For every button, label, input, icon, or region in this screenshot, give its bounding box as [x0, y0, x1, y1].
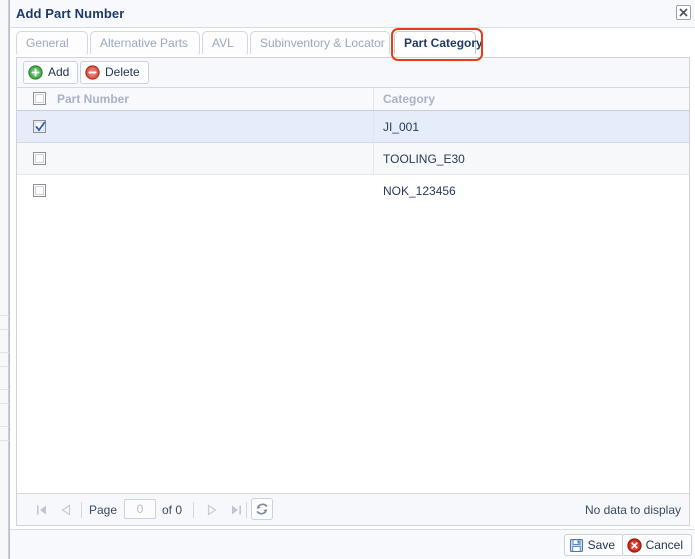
tab-alternative-parts[interactable]: Alternative Parts: [90, 31, 200, 54]
minus-circle-icon: [85, 65, 100, 80]
next-page-icon[interactable]: [203, 501, 221, 519]
refresh-icon[interactable]: [251, 498, 273, 520]
delete-button-label: Delete: [105, 65, 140, 79]
cancel-button[interactable]: Cancel: [621, 534, 692, 556]
row-cell-divider: [373, 111, 374, 143]
pagination-status: No data to display: [584, 503, 681, 517]
grid-toolbar: Add Delete: [17, 58, 689, 88]
table-row[interactable]: NOK_123456: [17, 175, 689, 207]
row-checkbox[interactable]: [33, 120, 46, 133]
add-part-number-dialog: Add Part Number General Alternative Part…: [9, 0, 695, 559]
row-checkbox[interactable]: [33, 152, 46, 165]
last-page-icon[interactable]: [227, 501, 245, 519]
grid-body: JI_001 TOOLING_E30 NOK_123456: [17, 111, 689, 493]
column-header-category[interactable]: Category: [383, 88, 435, 110]
cancel-button-label: Cancel: [645, 538, 683, 552]
plus-circle-icon: [28, 65, 43, 80]
row-checkbox[interactable]: [33, 184, 46, 197]
first-page-icon[interactable]: [33, 501, 51, 519]
save-button-label: Save: [587, 538, 615, 552]
part-category-panel: Add Delete Part Number Category JI_001 T…: [16, 57, 690, 526]
cancel-circle-icon: [626, 538, 642, 553]
page-label: Page: [89, 503, 118, 517]
cell-category: JI_001: [383, 120, 420, 134]
save-button[interactable]: Save: [563, 534, 624, 556]
page-total-label: of 0: [162, 503, 183, 517]
add-button-label: Add: [48, 65, 70, 79]
cell-category: TOOLING_E30: [383, 152, 465, 166]
tab-general[interactable]: General: [16, 31, 88, 54]
pagination-bar: Page of 0: [17, 493, 689, 525]
pager-separator: [193, 502, 194, 518]
pager-separator: [81, 502, 82, 518]
add-button[interactable]: Add: [23, 61, 79, 84]
select-all-checkbox[interactable]: [33, 92, 46, 105]
dialog-footer: Save Cancel: [10, 529, 695, 559]
tab-part-category[interactable]: Part Category: [394, 31, 483, 54]
grid-header-row: Part Number Category: [17, 88, 689, 111]
page-background-strip: [0, 0, 9, 559]
delete-button[interactable]: Delete: [80, 61, 149, 84]
tab-subinventory-locator[interactable]: Subinventory & Locator: [250, 31, 390, 54]
dialog-titlebar: Add Part Number: [10, 0, 695, 28]
close-icon[interactable]: [676, 5, 691, 20]
cell-category: NOK_123456: [383, 184, 456, 198]
tab-strip: General Alternative Parts AVL Subinvento…: [10, 28, 695, 61]
prev-page-icon[interactable]: [57, 501, 75, 519]
row-cell-divider: [373, 143, 374, 175]
floppy-disk-icon: [569, 538, 584, 553]
tab-avl[interactable]: AVL: [202, 31, 248, 54]
page-number-input[interactable]: [124, 499, 156, 519]
pager-separator: [246, 502, 247, 518]
table-row[interactable]: TOOLING_E30: [17, 143, 689, 175]
column-header-part-number[interactable]: Part Number: [57, 88, 129, 110]
dialog-title: Add Part Number: [16, 6, 125, 21]
table-row[interactable]: JI_001: [17, 111, 689, 143]
column-divider[interactable]: [373, 88, 374, 110]
